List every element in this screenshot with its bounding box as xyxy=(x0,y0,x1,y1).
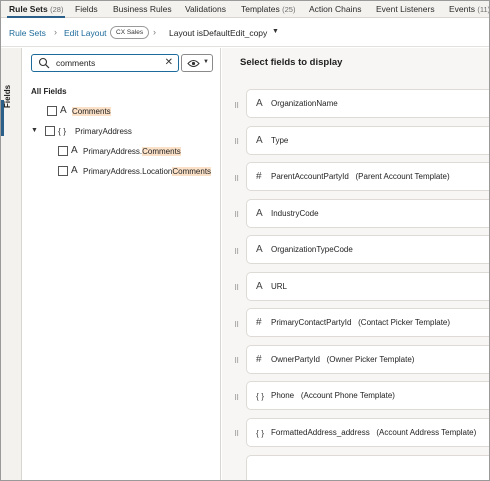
all-fields-heading: All Fields xyxy=(31,87,67,96)
layout-field-row[interactable]: # OwnerPartyId (Owner Picker Template) xyxy=(246,344,489,374)
active-tab-indicator xyxy=(7,16,65,18)
number-type-icon: # xyxy=(256,171,262,182)
text-type-icon: A xyxy=(256,244,263,255)
tree-item-label: PrimaryAddress.LocationComments xyxy=(83,167,212,176)
tree-item-label: Comments xyxy=(72,107,111,116)
drag-handle-icon[interactable]: ⠿ xyxy=(234,248,239,256)
number-type-icon: # xyxy=(256,317,262,328)
field-name: OrganizationTypeCode xyxy=(271,245,353,254)
tree-item-primary-address-comments[interactable]: A PrimaryAddress.Comments xyxy=(58,145,218,159)
drag-handle-icon[interactable]: ⠿ xyxy=(234,102,239,110)
field-name: IndustryCode xyxy=(271,208,319,218)
number-type-icon: # xyxy=(256,353,262,365)
drag-handle-icon[interactable]: ⠿ xyxy=(234,357,239,365)
drag-handle-icon[interactable]: ⠿ xyxy=(234,394,239,402)
visibility-filter-button[interactable]: ▼ xyxy=(181,54,213,72)
caret-down-icon[interactable]: ▼ xyxy=(272,28,279,35)
field-checkbox[interactable] xyxy=(58,166,68,176)
field-name: Type xyxy=(271,135,289,145)
tab-business-rules[interactable]: Business Rules xyxy=(113,4,172,14)
drag-handle-icon[interactable]: ⠿ xyxy=(234,175,239,183)
layout-field-row[interactable]: { } FormattedAddress_address (Account Ad… xyxy=(246,417,489,447)
panel-title: Select fields to display xyxy=(240,57,343,68)
layout-fields-panel: Select fields to display A OrganizationN… xyxy=(222,48,489,480)
drag-handle-icon[interactable]: ⠿ xyxy=(234,211,239,219)
field-search-box: ✕ xyxy=(31,54,179,72)
fields-panel: ✕ ▼ All Fields A Comments ▼ { } PrimaryA… xyxy=(23,48,221,480)
clear-icon[interactable]: ✕ xyxy=(165,57,173,68)
side-tab-fields[interactable]: Fields xyxy=(3,85,12,108)
drop-zone[interactable] xyxy=(246,455,489,480)
field-name: PrimaryContactPartyId (Contact Picker Te… xyxy=(271,318,451,327)
drag-handle-icon[interactable]: ⠿ xyxy=(234,138,239,146)
layout-field-row[interactable]: A Type xyxy=(246,125,489,155)
field-name: OwnerPartyId (Owner Picker Template) xyxy=(271,354,415,364)
chevron-right-icon: › xyxy=(153,27,156,37)
text-type-icon: A xyxy=(71,165,78,176)
layout-field-row[interactable]: A URL xyxy=(246,271,489,301)
tab-rule-sets[interactable]: Rule Sets (28) xyxy=(9,4,63,14)
current-layout-title[interactable]: Layout isDefaultEdit_copy xyxy=(169,28,267,38)
caret-down-icon: ▼ xyxy=(203,59,209,65)
tab-validations[interactable]: Validations xyxy=(185,4,226,14)
tree-item-primary-address-location-comments[interactable]: A PrimaryAddress.LocationComments xyxy=(58,165,220,179)
breadcrumb-rule-sets-link[interactable]: Rule Sets xyxy=(9,28,46,38)
field-checkbox[interactable] xyxy=(45,126,55,136)
layout-field-row[interactable]: A IndustryCode xyxy=(246,198,489,228)
drag-handle-icon[interactable]: ⠿ xyxy=(234,321,239,329)
drag-handle-icon[interactable]: ⠿ xyxy=(234,284,239,292)
object-type-icon: { } xyxy=(256,427,265,438)
field-name: OrganizationName xyxy=(271,99,338,108)
layout-field-row[interactable]: # ParentAccountPartyId (Parent Account T… xyxy=(246,162,489,191)
tab-event-listeners[interactable]: Event Listeners xyxy=(376,4,435,14)
field-name: FormattedAddress_address (Account Addres… xyxy=(271,427,477,437)
layout-field-row[interactable]: { } Phone (Account Phone Template) xyxy=(246,381,489,410)
tab-fields[interactable]: Fields xyxy=(75,4,98,14)
breadcrumb: Rule Sets › Edit Layout CX Sales › Layou… xyxy=(1,19,489,47)
layout-field-row[interactable]: A OrganizationName xyxy=(246,89,489,118)
tree-item-primary-address[interactable]: ▼ { } PrimaryAddress xyxy=(31,125,217,139)
top-tab-bar: Rule Sets (28) Fields Business Rules Val… xyxy=(1,1,489,18)
eye-icon xyxy=(187,60,200,67)
tab-events[interactable]: Events (11) xyxy=(449,4,489,14)
text-type-icon: A xyxy=(256,98,263,109)
search-input[interactable] xyxy=(56,57,156,69)
tab-templates[interactable]: Templates (25) xyxy=(241,4,295,14)
field-checkbox[interactable] xyxy=(58,146,68,156)
layout-field-row[interactable]: # PrimaryContactPartyId (Contact Picker … xyxy=(246,308,489,337)
object-type-icon: { } xyxy=(58,126,67,136)
search-icon xyxy=(38,57,50,69)
field-name: Phone (Account Phone Template) xyxy=(271,391,395,400)
text-type-icon: A xyxy=(256,280,263,292)
text-type-icon: A xyxy=(71,145,78,156)
layout-field-row[interactable]: A OrganizationTypeCode xyxy=(246,235,489,264)
extension-badge: CX Sales xyxy=(110,26,150,39)
tree-item-label: PrimaryAddress.Comments xyxy=(83,147,181,156)
tree-item-label: PrimaryAddress xyxy=(75,127,132,136)
drag-handle-icon[interactable]: ⠿ xyxy=(234,430,239,438)
field-checkbox[interactable] xyxy=(47,106,57,116)
text-type-icon: A xyxy=(256,134,263,146)
expand-caret-icon[interactable]: ▼ xyxy=(31,127,38,134)
breadcrumb-edit-layout-link[interactable]: Edit Layout xyxy=(64,28,107,38)
field-name: URL xyxy=(271,281,288,291)
field-name: ParentAccountPartyId (Parent Account Tem… xyxy=(271,172,450,181)
tab-action-chains[interactable]: Action Chains xyxy=(309,4,361,14)
app-window: Rule Sets (28) Fields Business Rules Val… xyxy=(0,0,490,481)
text-type-icon: A xyxy=(60,105,67,116)
text-type-icon: A xyxy=(256,207,263,219)
object-type-icon: { } xyxy=(256,391,265,401)
chevron-right-icon: › xyxy=(54,27,57,37)
tree-item-comments[interactable]: A Comments xyxy=(47,105,217,119)
side-tab-strip: Fields xyxy=(1,48,22,480)
